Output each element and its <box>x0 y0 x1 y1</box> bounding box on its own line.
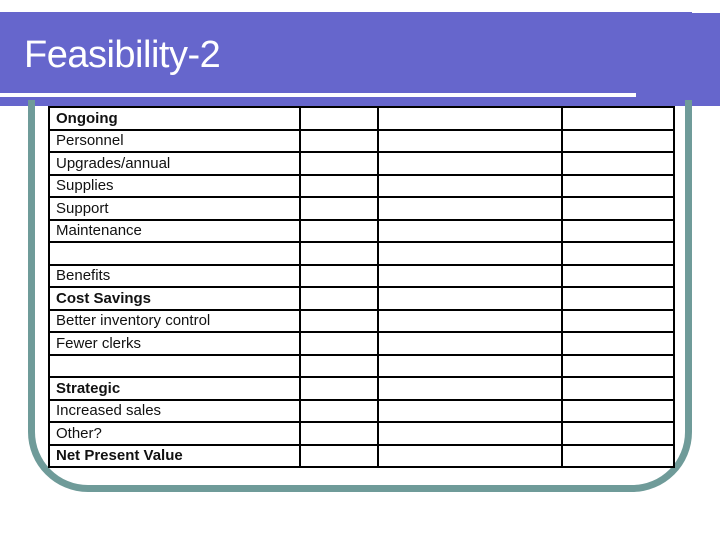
value-cell <box>561 353 675 378</box>
value-cell <box>377 173 563 198</box>
title-underline-rule <box>0 93 636 97</box>
row-label-cell: Net Present Value <box>48 443 301 468</box>
value-cell <box>561 151 675 176</box>
table-row: Better inventory control <box>48 308 675 333</box>
value-cell <box>299 106 379 131</box>
row-label-cell <box>48 241 301 266</box>
table-row: Support <box>48 196 675 221</box>
value-cell <box>299 196 379 221</box>
row-label-cell: Supplies <box>48 173 301 198</box>
row-label-cell: Strategic <box>48 376 301 401</box>
value-cell <box>377 308 563 333</box>
value-cell <box>561 376 675 401</box>
value-cell <box>377 421 563 446</box>
value-cell <box>377 443 563 468</box>
value-cell <box>561 263 675 288</box>
row-label-cell: Other? <box>48 421 301 446</box>
value-cell <box>377 106 563 131</box>
row-label-cell: Increased sales <box>48 398 301 423</box>
value-cell <box>299 353 379 378</box>
value-cell <box>299 218 379 243</box>
value-cell <box>561 196 675 221</box>
table-body: Ongoing Personnel Upgrades/annual Supplies S… <box>48 106 675 468</box>
value-cell <box>377 263 563 288</box>
value-cell <box>377 286 563 311</box>
value-cell <box>561 398 675 423</box>
row-label-cell: Better inventory control <box>48 308 301 333</box>
value-cell <box>377 398 563 423</box>
value-cell <box>377 128 563 153</box>
value-cell <box>561 286 675 311</box>
value-cell <box>299 331 379 356</box>
row-label-cell: Ongoing <box>48 106 301 131</box>
row-label-cell: Cost Savings <box>48 286 301 311</box>
table-row: Upgrades/annual <box>48 151 675 176</box>
row-label-cell: Upgrades/annual <box>48 151 301 176</box>
value-cell <box>561 308 675 333</box>
row-label-cell <box>48 353 301 378</box>
value-cell <box>561 331 675 356</box>
table-row: Personnel <box>48 128 675 153</box>
table-row: Benefits <box>48 263 675 288</box>
row-label-cell: Support <box>48 196 301 221</box>
value-cell <box>561 128 675 153</box>
value-cell <box>299 263 379 288</box>
table-row: Fewer clerks <box>48 331 675 356</box>
table-row: Increased sales <box>48 398 675 423</box>
row-label-cell: Benefits <box>48 263 301 288</box>
value-cell <box>299 173 379 198</box>
table-row: Supplies <box>48 173 675 198</box>
slide-title: Feasibility-2 <box>24 34 221 76</box>
value-cell <box>377 151 563 176</box>
value-cell <box>299 151 379 176</box>
value-cell <box>561 218 675 243</box>
value-cell <box>299 398 379 423</box>
title-banner-tab <box>692 13 720 106</box>
value-cell <box>377 331 563 356</box>
value-cell <box>299 241 379 266</box>
value-cell <box>299 128 379 153</box>
value-cell <box>561 106 675 131</box>
row-label-cell: Fewer clerks <box>48 331 301 356</box>
value-cell <box>561 241 675 266</box>
table-row: Other? <box>48 421 675 446</box>
cost-benefit-table: Ongoing Personnel Upgrades/annual Supplies S… <box>48 106 675 468</box>
table-row: Strategic <box>48 376 675 401</box>
value-cell <box>299 421 379 446</box>
table-row: Ongoing <box>48 106 675 131</box>
value-cell <box>377 376 563 401</box>
table-row <box>48 241 675 266</box>
value-cell <box>299 308 379 333</box>
value-cell <box>377 241 563 266</box>
value-cell <box>561 421 675 446</box>
value-cell <box>299 286 379 311</box>
value-cell <box>299 443 379 468</box>
value-cell <box>561 173 675 198</box>
table-row <box>48 353 675 378</box>
value-cell <box>377 196 563 221</box>
row-label-cell: Maintenance <box>48 218 301 243</box>
value-cell <box>377 218 563 243</box>
table-row: Cost Savings <box>48 286 675 311</box>
value-cell <box>299 376 379 401</box>
value-cell <box>561 443 675 468</box>
row-label-cell: Personnel <box>48 128 301 153</box>
table-row: Net Present Value <box>48 443 675 468</box>
table-row: Maintenance <box>48 218 675 243</box>
value-cell <box>377 353 563 378</box>
